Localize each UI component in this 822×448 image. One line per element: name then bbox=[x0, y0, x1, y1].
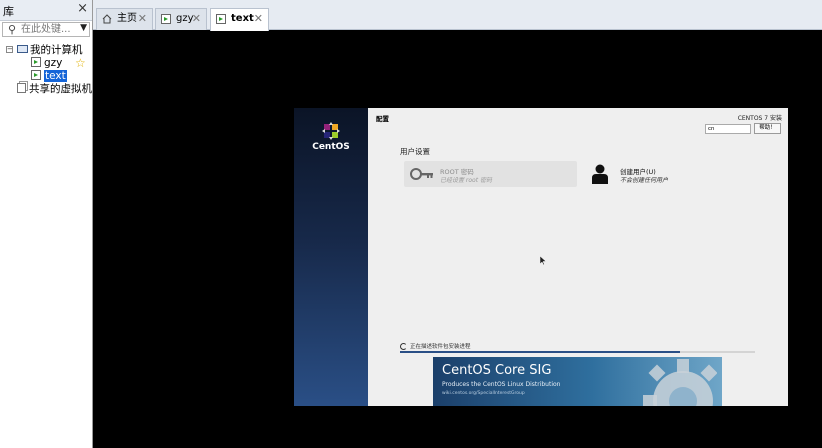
banner-title: CentOS Core SIG bbox=[442, 363, 552, 378]
progress-text: 正在描述软件包安装进程 bbox=[410, 344, 471, 350]
gear-icon bbox=[643, 359, 717, 406]
search-input[interactable] bbox=[21, 23, 77, 36]
close-icon[interactable]: ✕ bbox=[254, 9, 263, 29]
tab-text[interactable]: text ✕ bbox=[210, 8, 269, 31]
help-button[interactable]: 帮助！ bbox=[754, 123, 781, 134]
vm-icon bbox=[161, 14, 171, 24]
keyboard-layout-indicator[interactable]: cn bbox=[705, 124, 751, 134]
tree-item-label: 共享的虚拟机 bbox=[29, 83, 92, 95]
key-icon bbox=[410, 168, 433, 180]
brand-name: CentOS bbox=[312, 142, 350, 152]
vm-icon bbox=[31, 70, 41, 80]
section-heading: 用户设置 bbox=[400, 147, 430, 156]
tree-item-label: 我的计算机 bbox=[30, 44, 83, 56]
banner-url: wiki.centos.org/SpecialInterestGroup bbox=[442, 391, 525, 396]
centos-logo-icon bbox=[322, 122, 340, 140]
home-icon bbox=[102, 14, 112, 24]
progress-status: 正在描述软件包安装进程 bbox=[400, 342, 471, 350]
spoke-status: 不会创建任何用户 bbox=[620, 177, 669, 184]
root-password-spoke[interactable]: ROOT 密码 已经设置 root 密码 bbox=[404, 161, 577, 187]
library-title: 库 bbox=[3, 5, 14, 18]
tab-bar: 主页 ✕ gzy ✕ text ✕ bbox=[93, 0, 822, 31]
tree-item-vm-text[interactable]: text bbox=[31, 69, 67, 83]
spoke-status: 已经设置 root 密码 bbox=[440, 177, 492, 184]
user-icon bbox=[592, 164, 608, 184]
tree-item-my-computer[interactable]: 我的计算机 bbox=[17, 43, 83, 57]
page-title: 配置 bbox=[376, 115, 389, 123]
tree-item-vm-gzy[interactable]: gzy bbox=[31, 56, 62, 70]
install-title: CENTOS 7 安装 bbox=[737, 115, 782, 122]
tree-item-shared[interactable]: 共享的虚拟机 bbox=[17, 82, 92, 96]
shared-vm-icon bbox=[17, 83, 26, 93]
search-icon[interactable]: ⚲ bbox=[8, 23, 16, 36]
close-icon[interactable]: ✕ bbox=[192, 9, 201, 29]
tab-label: 主页 bbox=[117, 13, 137, 24]
collapse-icon[interactable]: − bbox=[6, 46, 13, 53]
tab-gzy[interactable]: gzy ✕ bbox=[155, 8, 207, 30]
tree-item-label: text bbox=[44, 70, 67, 82]
computer-icon bbox=[17, 45, 28, 53]
install-progress-bar bbox=[400, 351, 755, 353]
library-pane: 库 × ⚲ ▼ − 我的计算机 gzy ☆ text 共享的虚拟机 bbox=[0, 0, 93, 448]
banner-subtitle: Produces the CentOS Linux Distribution bbox=[442, 381, 561, 388]
progress-fill bbox=[400, 351, 681, 353]
close-icon[interactable]: × bbox=[77, 1, 88, 16]
vm-icon bbox=[216, 14, 226, 24]
promo-banner: CentOS Core SIG Produces the CentOS Linu… bbox=[433, 357, 722, 406]
library-search: ⚲ ▼ bbox=[2, 22, 90, 37]
mouse-cursor-icon bbox=[540, 256, 546, 265]
close-icon[interactable]: ✕ bbox=[138, 9, 147, 29]
star-icon: ☆ bbox=[75, 56, 86, 70]
create-user-spoke[interactable]: 创建用户(U) 不会创建任何用户 bbox=[590, 161, 740, 187]
spinner-icon bbox=[400, 343, 407, 350]
chevron-down-icon[interactable]: ▼ bbox=[80, 23, 87, 33]
tree-item-label: gzy bbox=[44, 57, 63, 69]
installer-sidebar: CentOS bbox=[294, 108, 368, 406]
vm-icon bbox=[31, 57, 41, 67]
library-header: 库 × bbox=[0, 0, 92, 21]
tab-label: text bbox=[231, 13, 254, 24]
tab-home[interactable]: 主页 ✕ bbox=[96, 8, 153, 30]
